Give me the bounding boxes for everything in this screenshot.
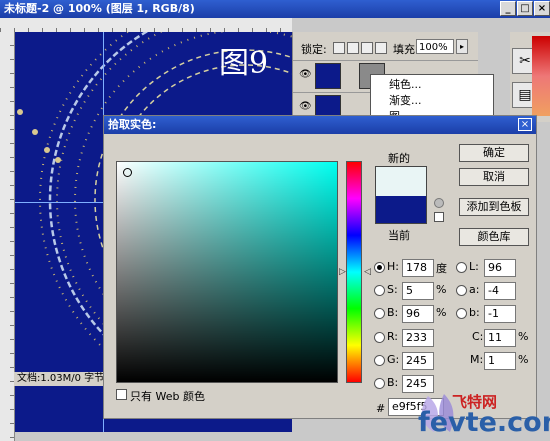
input-s[interactable]: 5 xyxy=(402,282,434,300)
vertical-ruler[interactable] xyxy=(0,32,15,441)
figure-label: 图9 xyxy=(219,46,269,81)
add-to-swatches-button[interactable]: 添加到色板 xyxy=(459,198,529,216)
lock-all-icon[interactable] xyxy=(375,42,387,54)
input-b[interactable]: 96 xyxy=(402,305,434,323)
menu-item-solid-color[interactable]: 纯色... xyxy=(389,77,422,93)
input-r[interactable]: 233 xyxy=(402,329,434,347)
input-a[interactable]: -4 xyxy=(484,282,516,300)
current-color-swatch[interactable] xyxy=(375,196,427,224)
field-g: G: 245 xyxy=(374,352,454,370)
cancel-button[interactable]: 取消 xyxy=(459,168,529,186)
field-l: L: 96 xyxy=(456,259,526,277)
color-libraries-button[interactable]: 颜色库 xyxy=(459,228,529,246)
color-picker-dialog: 拾取实色: × ▷ ◁ 新的 当前 确定 取消 添加到色板 颜色库 H: 178… xyxy=(103,115,537,419)
unit-m: % xyxy=(518,353,529,366)
label-s: S: xyxy=(387,283,398,296)
color-cursor[interactable] xyxy=(123,168,132,177)
label-h: H: xyxy=(387,260,399,273)
document-status: 文档:1.03M/0 字节 xyxy=(14,372,108,386)
lock-move-icon[interactable] xyxy=(361,42,373,54)
web-safe-icon[interactable] xyxy=(434,212,444,222)
ok-button[interactable]: 确定 xyxy=(459,144,529,162)
label-b: B: xyxy=(387,306,399,319)
hue-slider-left-arrow-icon[interactable]: ▷ xyxy=(339,267,346,277)
lock-row: 锁定: 填充: 100% ▸ xyxy=(293,38,478,56)
label-rgb-b: B: xyxy=(387,376,399,389)
eye-icon[interactable]: 👁 xyxy=(299,69,312,80)
document-title-bar: 未标题-2 @ 100% (图层 1, RGB/8) _ □ × xyxy=(0,0,550,18)
input-l[interactable]: 96 xyxy=(484,259,516,277)
radio-g[interactable] xyxy=(374,355,385,366)
close-document-button[interactable]: × xyxy=(534,1,550,16)
radio-lab-b[interactable] xyxy=(456,308,467,319)
fill-label: 填充: xyxy=(393,43,419,56)
radio-l[interactable] xyxy=(456,262,467,273)
label-r: R: xyxy=(387,330,399,343)
maximize-button[interactable]: □ xyxy=(517,1,533,16)
fill-input[interactable]: 100% xyxy=(416,39,454,54)
field-r: R: 233 xyxy=(374,329,454,347)
dialog-title: 拾取实色: xyxy=(104,116,536,134)
field-a: a: -4 xyxy=(456,282,526,300)
radio-h[interactable] xyxy=(374,262,385,273)
label-lab-b: b: xyxy=(469,306,480,319)
field-h: H: 178 度 xyxy=(374,259,454,277)
fill-arrow-icon[interactable]: ▸ xyxy=(456,39,468,54)
input-c[interactable]: 11 xyxy=(484,329,516,347)
lock-transparency-icon[interactable] xyxy=(333,42,345,54)
document-title: 未标题-2 @ 100% (图层 1, RGB/8) xyxy=(4,2,195,15)
lock-brush-icon[interactable] xyxy=(347,42,359,54)
lock-label: 锁定: xyxy=(301,43,327,56)
unit-c: % xyxy=(518,330,529,343)
out-of-gamut-icon[interactable] xyxy=(434,198,444,208)
field-m: M: 1 % xyxy=(456,352,536,370)
label-c: C: xyxy=(472,330,484,343)
dialog-close-button[interactable]: × xyxy=(518,118,532,131)
new-color-swatch xyxy=(375,166,427,196)
field-lab-b: b: -1 xyxy=(456,305,526,323)
current-color-label: 当前 xyxy=(388,229,410,242)
unit-s: % xyxy=(436,283,447,296)
field-b: B: 96 % xyxy=(374,305,454,323)
field-c: C: 11 % xyxy=(456,329,536,347)
eye-icon[interactable]: 👁 xyxy=(299,101,312,112)
unit-b: % xyxy=(436,306,447,319)
hue-slider[interactable] xyxy=(346,161,362,383)
input-m[interactable]: 1 xyxy=(484,352,516,370)
radio-b[interactable] xyxy=(374,308,385,319)
radio-s[interactable] xyxy=(374,285,385,296)
web-only-checkbox[interactable] xyxy=(116,389,127,400)
label-g: G: xyxy=(387,353,400,366)
radio-a[interactable] xyxy=(456,285,467,296)
watermark-brand-en: fevte.com xyxy=(418,407,550,438)
input-g[interactable]: 245 xyxy=(402,352,434,370)
layer-thumbnail xyxy=(315,63,341,89)
hue-slider-right-arrow-icon[interactable]: ◁ xyxy=(364,267,371,277)
label-a: a: xyxy=(469,283,480,296)
minimize-button[interactable]: _ xyxy=(500,1,516,16)
web-only-label: 只有 Web 颜色 xyxy=(130,390,205,403)
label-m: M: xyxy=(470,353,484,366)
swatch-strip[interactable] xyxy=(532,36,550,116)
label-l: L: xyxy=(469,260,479,273)
input-h[interactable]: 178 xyxy=(402,259,434,277)
saturation-brightness-field[interactable] xyxy=(116,161,338,383)
field-s: S: 5 % xyxy=(374,282,454,300)
radio-r[interactable] xyxy=(374,332,385,343)
horizontal-ruler[interactable] xyxy=(0,18,292,33)
radio-rgb-b[interactable] xyxy=(374,378,385,389)
input-lab-b[interactable]: -1 xyxy=(484,305,516,323)
unit-h: 度 xyxy=(436,262,447,275)
menu-item-gradient[interactable]: 渐变... xyxy=(389,93,422,109)
new-color-label: 新的 xyxy=(388,152,410,165)
hex-label: # xyxy=(376,402,386,415)
